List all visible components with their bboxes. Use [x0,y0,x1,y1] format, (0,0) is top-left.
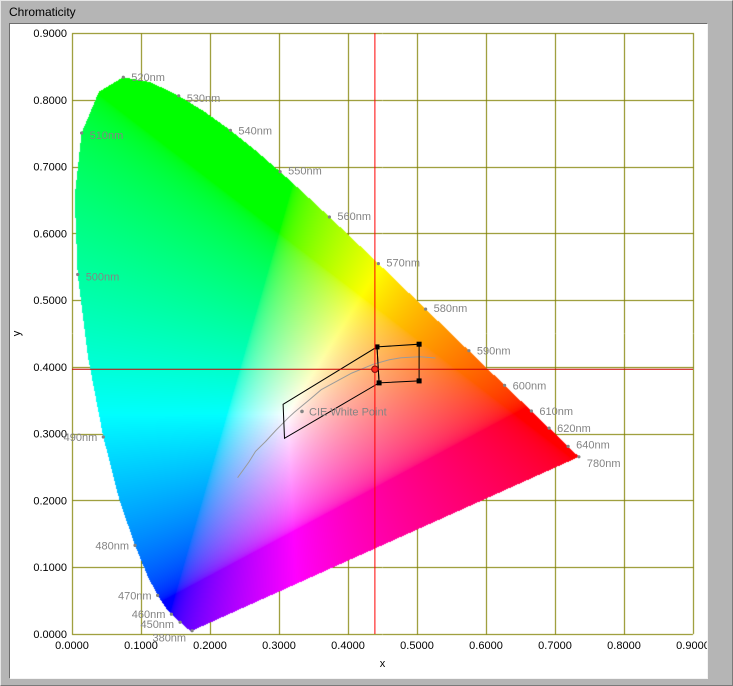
y-tick-label: 0.1000 [33,562,67,574]
y-tick-label: 0.6000 [33,228,67,240]
x-tick-label: 0.0000 [55,640,89,652]
wavelength-label: 610nm [539,406,573,418]
wavelength-label: 600nm [513,380,547,392]
wavelength-label: 530nm [187,93,221,105]
wavelength-label: 490nm [64,432,98,444]
wavelength-tick-dot [191,629,194,632]
wavelength-tick-dot [530,409,533,412]
x-tick-label: 0.6000 [469,640,503,652]
wavelength-label: 450nm [140,619,174,631]
chart-overlay: 0.0000 0.1000 0.2000 0.3000 0.4000 0.5000 0.60… [10,24,707,678]
quad-corner-marker [377,380,382,385]
x-axis-title: x [380,658,386,670]
wavelength-label: 640nm [576,439,610,451]
y-tick-label: 0.2000 [33,495,67,507]
wavelength-tick-dot [179,621,182,624]
wavelength-tick-dot [467,349,470,352]
cie-white-point-marker [300,410,304,414]
chart-panel: 0.0000 0.1000 0.2000 0.3000 0.4000 0.5000 0.60… [9,23,708,679]
y-tick-label: 0.8000 [33,95,67,107]
wavelength-label: 590nm [477,346,511,358]
y-tick-label: 0.9000 [33,28,67,40]
wavelength-tick-dot [80,131,83,134]
cie-white-point-label: CIE White Point [309,406,387,418]
wavelength-label: 570nm [386,258,420,270]
wavelength-label: 380nm [152,633,186,645]
tolerance-quad-inner [377,344,419,383]
wavelength-label: 500nm [86,272,120,284]
wavelength-label: 550nm [288,166,322,178]
wavelength-tick-dot [177,94,180,97]
y-tick-label: 0.3000 [33,429,67,441]
wavelength-tick-dot [122,76,125,79]
wavelength-tick-dot [229,129,232,132]
y-tick-label: 0.5000 [33,295,67,307]
quad-corner-marker [417,342,422,347]
wavelength-label: 520nm [131,72,165,84]
wavelength-label: 780nm [587,458,621,470]
wavelength-tick-dot [279,170,282,173]
wavelength-tick-dot [170,613,173,616]
wavelength-tick-dot [548,427,551,430]
wavelength-tick-dot [328,215,331,218]
wavelength-label: 480nm [95,540,129,552]
x-tick-label: 0.3000 [262,640,296,652]
x-tick-label: 0.7000 [538,640,572,652]
wavelength-tick-dot [156,594,159,597]
y-tick-label: 0.7000 [33,162,67,174]
wavelength-tick-dot [102,435,105,438]
wavelength-tick-dot [567,445,570,448]
x-tick-label: 0.5000 [400,640,434,652]
wavelength-label: 620nm [557,423,591,435]
y-axis-title: y [11,330,23,336]
y-tick-label: 0.4000 [33,362,67,374]
tolerance-quad-outer [283,347,379,438]
x-tick-label: 0.8000 [607,640,641,652]
wavelength-tick-dot [424,308,427,311]
wavelength-label: 540nm [238,125,272,137]
wavelength-tick-dot [133,544,136,547]
wavelength-tick-dot [577,455,580,458]
quad-corner-marker [417,378,422,383]
x-tick-label: 0.9000 [676,640,707,652]
wavelength-label: 560nm [337,211,371,223]
y-tick-label: 0.0000 [33,629,67,641]
wavelength-tick-dot [76,273,79,276]
wavelength-tick-dot [377,262,380,265]
window-title: Chromaticity [9,5,76,19]
window-titlebar: Chromaticity [1,1,732,23]
wavelength-label: 510nm [90,130,124,142]
wavelength-label: 580nm [434,303,468,315]
chromaticity-window: Chromaticity 0.0000 0.1000 0.2000 0.3000 0.4… [0,0,733,686]
measured-point [372,366,378,372]
wavelength-tick-dot [503,384,506,387]
wavelength-label: 470nm [118,590,152,602]
x-tick-label: 0.2000 [193,640,227,652]
x-tick-label: 0.4000 [331,640,365,652]
